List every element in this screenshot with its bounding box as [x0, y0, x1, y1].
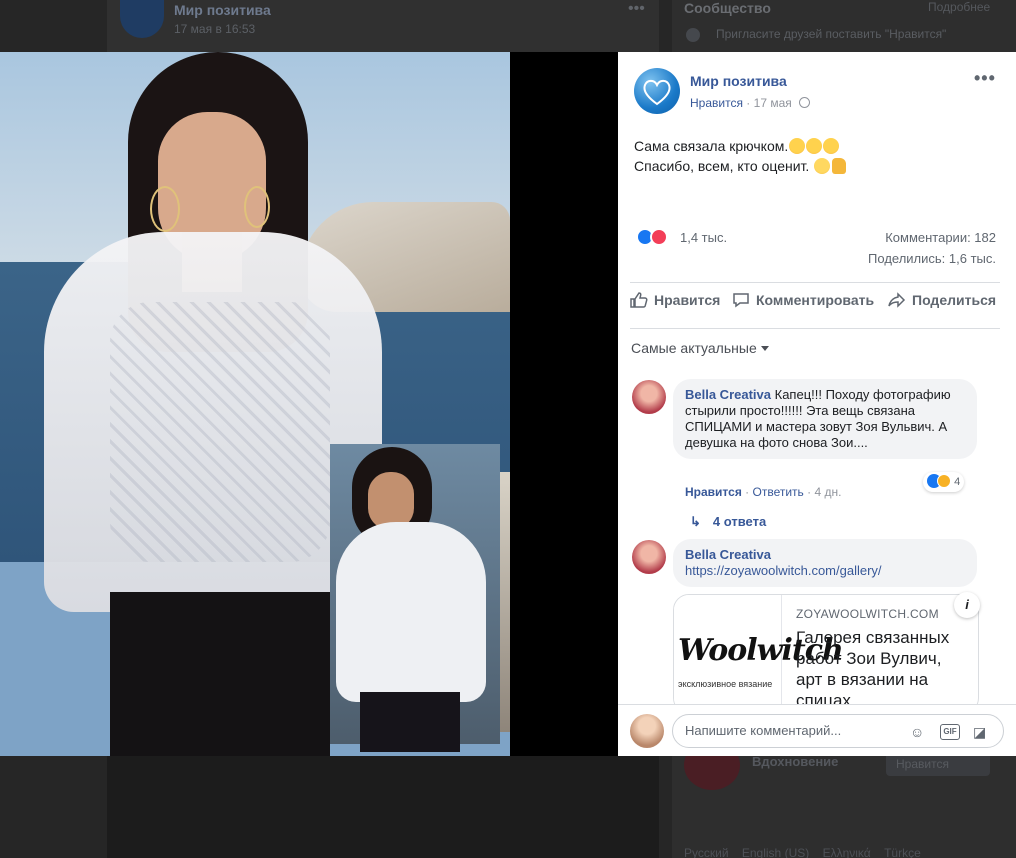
link-preview-domain: ZOYAWOOLWITCH.COM [796, 607, 939, 621]
post-actions: Нравится Комментировать Поделиться [626, 292, 1016, 316]
share-icon [888, 292, 906, 308]
more-options-icon[interactable]: ••• [974, 68, 996, 89]
like-button[interactable]: Нравится [630, 292, 720, 308]
background-image-strip [107, 756, 659, 858]
replies-count: 4 ответа [712, 514, 767, 529]
sort-label: Самые актуальные [631, 340, 757, 356]
comment-reactions[interactable]: 4 [923, 472, 965, 492]
like-button-label: Нравится [654, 292, 721, 308]
divider [630, 282, 1000, 283]
link-preview-image: Woolwitch эксклюзивное вязание [674, 595, 844, 713]
smiling-hearts-emoji-icon [806, 138, 823, 154]
divider [630, 328, 1000, 329]
post-text: Сама связала крючком. Спасибо, всем, кто… [634, 136, 1004, 176]
heart-icon [643, 79, 671, 106]
photo-earring [150, 186, 180, 232]
haha-reaction-icon [937, 474, 951, 488]
comment-button-label: Комментировать [756, 292, 875, 308]
language-item: Ελληνικά [822, 846, 871, 858]
comment-reaction-count: 4 [954, 476, 961, 488]
emoji-icon[interactable]: ☺ [910, 724, 924, 740]
page-name-link[interactable]: Мир позитива [690, 73, 787, 89]
comment-bubble: Bella Creativa Капец!!! Походу фотографи… [673, 379, 977, 459]
share-button-label: Поделиться [912, 292, 997, 308]
woolwitch-logo-subtitle: эксклюзивное вязание [678, 679, 773, 689]
globe-icon [799, 97, 811, 108]
smile-emoji-icon [814, 158, 831, 174]
info-icon[interactable]: i [954, 592, 980, 618]
post-text-line1: Сама связала крючком. [634, 136, 1004, 156]
post-side-panel: Мир позитива Нравится · 17 мая ••• Сама … [618, 52, 1016, 756]
sticker-icon[interactable]: ◪ [973, 724, 986, 741]
photo-lace-pattern [110, 302, 330, 562]
link-preview-title: Галерея связанных работ Зои Вулвич, арт … [796, 628, 950, 710]
post-text-line2: Спасибо, всем, кто оценит. [634, 156, 1004, 176]
background-more-icon: ••• [628, 0, 645, 17]
comments-count[interactable]: Комментарии: 182 [885, 230, 996, 245]
comment-icon [733, 293, 749, 308]
view-replies-link[interactable]: ↳ 4 ответа [690, 514, 766, 530]
background-sidebar-more: Подробнее [928, 0, 991, 14]
reaction-count[interactable]: 1,4 тыс. [680, 230, 727, 245]
invite-icon [686, 28, 700, 42]
background-inspiration-label: Вдохновение [752, 754, 839, 769]
shares-count[interactable]: Поделились: 1,6 тыс. [868, 251, 996, 266]
comment-sort-dropdown[interactable]: Самые актуальные [631, 340, 769, 356]
comment-actions: Нравится · Ответить · 4 дн. [685, 485, 842, 499]
background-page-date: 17 мая в 16:53 [174, 22, 256, 36]
post-text-line2-text: Спасибо, всем, кто оценит. [634, 158, 810, 174]
smiling-hearts-emoji-icon [823, 138, 840, 154]
page-like-link[interactable]: Нравится [690, 96, 743, 110]
language-item: Русский [684, 846, 729, 858]
share-button[interactable]: Поделиться [888, 292, 996, 308]
photo-inset-pants [360, 692, 460, 752]
current-user-avatar [630, 714, 664, 748]
photo-inset-sweater [336, 522, 486, 702]
reply-arrow-icon: ↳ [690, 514, 701, 529]
smiling-hearts-emoji-icon [789, 138, 806, 154]
link-preview-card[interactable]: Woolwitch эксклюзивное вязание ZOYAWOOLW… [673, 594, 979, 714]
comment-time[interactable]: 4 дн. [814, 485, 841, 499]
love-reaction-icon [650, 228, 668, 246]
background-sidebar-title: Сообщество [684, 0, 771, 16]
post-date[interactable]: 17 мая [754, 96, 792, 110]
photo-earring [244, 186, 270, 228]
comment-author-avatar[interactable] [632, 540, 666, 574]
comment-reply-link[interactable]: Ответить [753, 485, 804, 499]
post-photo[interactable] [0, 52, 510, 756]
comment-button[interactable]: Комментировать [732, 292, 874, 308]
comment-composer: Напишите комментарий... ☺ GIF ◪ [618, 704, 1016, 756]
language-item: Türkçe [884, 846, 921, 858]
language-item: English (US) [741, 846, 810, 858]
background-page-title: Мир позитива [174, 2, 271, 18]
post-meta: Нравится · 17 мая [690, 96, 811, 110]
page-avatar[interactable] [634, 68, 680, 114]
gif-icon[interactable]: GIF [940, 724, 960, 740]
comment-author-avatar[interactable] [632, 380, 666, 414]
photo-pants [110, 592, 330, 756]
comment-author[interactable]: Bella Creativa [685, 387, 771, 402]
thumbs-up-emoji-icon [832, 158, 847, 174]
comment-author[interactable]: Bella Creativa [685, 547, 965, 563]
meta-separator: · [746, 96, 751, 110]
comment-bubble: Bella Creativa https://zoyawoolwitch.com… [673, 539, 977, 587]
caret-down-icon [760, 346, 769, 351]
comment-url-link[interactable]: https://zoyawoolwitch.com/gallery/ [685, 563, 965, 579]
photo-letterbox [510, 52, 618, 756]
post-text-line1-text: Сама связала крючком. [634, 138, 789, 154]
background-invite-text: Пригласите друзей поставить "Нравится" [716, 27, 947, 41]
background-languages: Русский English (US) Ελληνικά Türkçe [684, 846, 931, 858]
thumbs-up-icon [630, 292, 648, 308]
comment-like-link[interactable]: Нравится [685, 485, 742, 499]
